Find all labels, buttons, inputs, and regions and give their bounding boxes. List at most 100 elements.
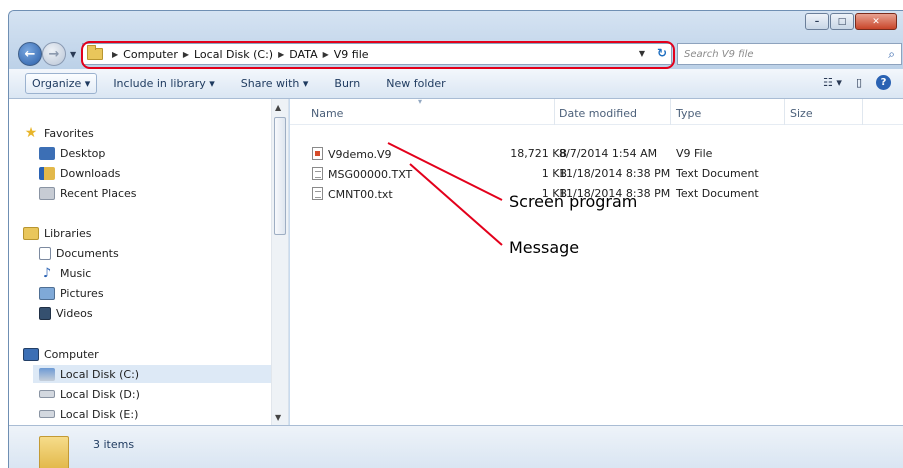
libraries-icon: [23, 226, 39, 240]
close-button[interactable]: ✕: [855, 13, 897, 30]
text-file-icon: [312, 167, 323, 180]
star-icon: ★: [24, 124, 38, 141]
column-divider[interactable]: [784, 99, 785, 125]
minimize-button[interactable]: –: [805, 13, 829, 30]
file-row[interactable]: MSG00000.TXT 11/18/2014 8:38 PM Text Doc…: [290, 165, 903, 183]
search-icon[interactable]: ⌕: [888, 47, 895, 62]
file-date: 8/7/2014 1:54 AM: [559, 147, 658, 160]
file-name: MSG00000.TXT: [328, 168, 413, 181]
preview-pane-icon[interactable]: ▯: [856, 76, 862, 89]
address-bar[interactable]: ▶ Computer ▶ Local Disk (C:) ▶ DATA ▶ V9…: [82, 43, 672, 65]
breadcrumb-data[interactable]: DATA: [289, 48, 317, 61]
nav-music[interactable]: ♪ Music: [39, 264, 91, 282]
nav-desktop[interactable]: Desktop: [39, 144, 105, 162]
nav-label: Desktop: [60, 146, 106, 160]
drive-icon: [39, 390, 55, 398]
videos-icon: [39, 306, 51, 320]
include-in-library-button[interactable]: Include in library ▾: [113, 77, 214, 90]
command-bar: Organize ▾ Include in library ▾ Share wi…: [9, 69, 903, 99]
column-name[interactable]: Name: [311, 107, 343, 120]
recent-pages-dropdown[interactable]: ▼: [70, 50, 76, 59]
forward-button[interactable]: →: [42, 42, 66, 66]
new-folder-button[interactable]: New folder: [386, 77, 445, 90]
nav-documents[interactable]: Documents: [39, 244, 119, 262]
file-type: Text Document: [676, 167, 759, 180]
back-button[interactable]: ←: [18, 42, 42, 66]
refresh-icon[interactable]: ↻: [657, 46, 667, 60]
file-name: CMNT00.txt: [328, 188, 393, 201]
column-type[interactable]: Type: [676, 107, 701, 120]
nav-libraries[interactable]: Libraries: [23, 224, 92, 242]
nav-label: Libraries: [44, 226, 92, 240]
chevron-right-icon[interactable]: ▶: [183, 50, 189, 59]
nav-local-disk-c[interactable]: Local Disk (C:): [33, 365, 271, 383]
file-name-cell: CMNT00.txt: [312, 187, 393, 201]
file-name: V9demo.V9: [328, 148, 392, 161]
breadcrumb-local-disk-c[interactable]: Local Disk (C:): [194, 48, 273, 61]
search-placeholder: Search V9 file: [684, 48, 754, 60]
nav-computer[interactable]: Computer: [23, 345, 99, 363]
column-divider[interactable]: [862, 99, 863, 125]
search-input[interactable]: Search V9 file ⌕: [677, 43, 902, 65]
organize-button[interactable]: Organize ▾: [25, 73, 98, 94]
nav-local-disk-e[interactable]: Local Disk (E:): [39, 405, 138, 423]
chevron-right-icon[interactable]: ▶: [323, 50, 329, 59]
annotation-message: Message: [509, 238, 580, 257]
column-size[interactable]: Size: [790, 107, 813, 120]
nav-label: Music: [60, 266, 92, 280]
computer-icon: [23, 347, 39, 361]
nav-local-disk-d[interactable]: Local Disk (D:): [39, 385, 140, 403]
desktop-icon: [39, 146, 55, 160]
share-with-button[interactable]: Share with ▾: [241, 77, 309, 90]
breadcrumb-computer[interactable]: Computer: [123, 48, 178, 61]
file-row[interactable]: V9demo.V9 8/7/2014 1:54 AM V9 File 18,72…: [290, 145, 903, 163]
file-type: Text Document: [676, 187, 759, 200]
nav-label: Pictures: [60, 286, 104, 300]
nav-label: Local Disk (C:): [60, 367, 140, 381]
window-controls: – □ ✕: [804, 13, 897, 30]
title-bar: – □ ✕ ← → ▼ ▶ Computer ▶ Local Disk (C:)…: [9, 11, 903, 69]
nav-label: Local Disk (D:): [60, 387, 140, 401]
music-icon: ♪: [42, 265, 52, 281]
view-options-icon[interactable]: ☷ ▾: [823, 76, 842, 89]
folder-icon: [87, 45, 103, 60]
nav-scrollbar[interactable]: ▲ ▼: [271, 99, 288, 425]
chevron-right-icon[interactable]: ▶: [278, 50, 284, 59]
v9-file-icon: [312, 147, 323, 160]
breadcrumb-v9-file[interactable]: V9 file: [334, 48, 369, 61]
details-pane: 3 items: [9, 425, 903, 468]
file-type: V9 File: [676, 147, 713, 160]
breadcrumb: ▶ Computer ▶ Local Disk (C:) ▶ DATA ▶ V9…: [107, 48, 369, 61]
burn-button[interactable]: Burn: [334, 77, 360, 90]
system-drive-icon: [39, 367, 55, 381]
nav-label: Local Disk (E:): [60, 407, 139, 421]
sort-indicator-icon: ▾: [418, 97, 423, 106]
item-count: 3 items: [93, 438, 135, 451]
chevron-right-icon[interactable]: ▶: [112, 50, 118, 59]
recent-places-icon: [39, 186, 55, 200]
nav-label: Recent Places: [60, 186, 137, 200]
scroll-down-icon[interactable]: ▼: [275, 413, 281, 422]
help-icon[interactable]: ?: [876, 75, 891, 90]
column-divider[interactable]: [670, 99, 671, 125]
nav-videos[interactable]: Videos: [39, 304, 93, 322]
maximize-button[interactable]: □: [830, 13, 854, 30]
nav-recent-places[interactable]: Recent Places: [39, 184, 137, 202]
nav-pictures[interactable]: Pictures: [39, 284, 104, 302]
address-dropdown-icon[interactable]: ▼: [639, 49, 645, 58]
file-name-cell: V9demo.V9: [312, 147, 392, 161]
text-file-icon: [312, 187, 323, 200]
nav-label: Downloads: [60, 166, 121, 180]
nav-downloads[interactable]: Downloads: [39, 164, 120, 182]
nav-favorites[interactable]: ★ Favorites: [23, 124, 94, 142]
nav-label: Videos: [56, 306, 93, 320]
scroll-up-icon[interactable]: ▲: [275, 103, 281, 112]
nav-label: Favorites: [44, 126, 94, 140]
scrollbar-thumb[interactable]: [274, 117, 286, 235]
column-divider[interactable]: [554, 99, 555, 125]
file-list: ▾ Name Date modified Type Size V9demo.V9…: [290, 97, 903, 425]
column-header-row: ▾ Name Date modified Type Size: [290, 97, 903, 125]
column-date-modified[interactable]: Date modified: [559, 107, 637, 120]
pictures-icon: [39, 286, 55, 300]
documents-icon: [39, 246, 51, 260]
